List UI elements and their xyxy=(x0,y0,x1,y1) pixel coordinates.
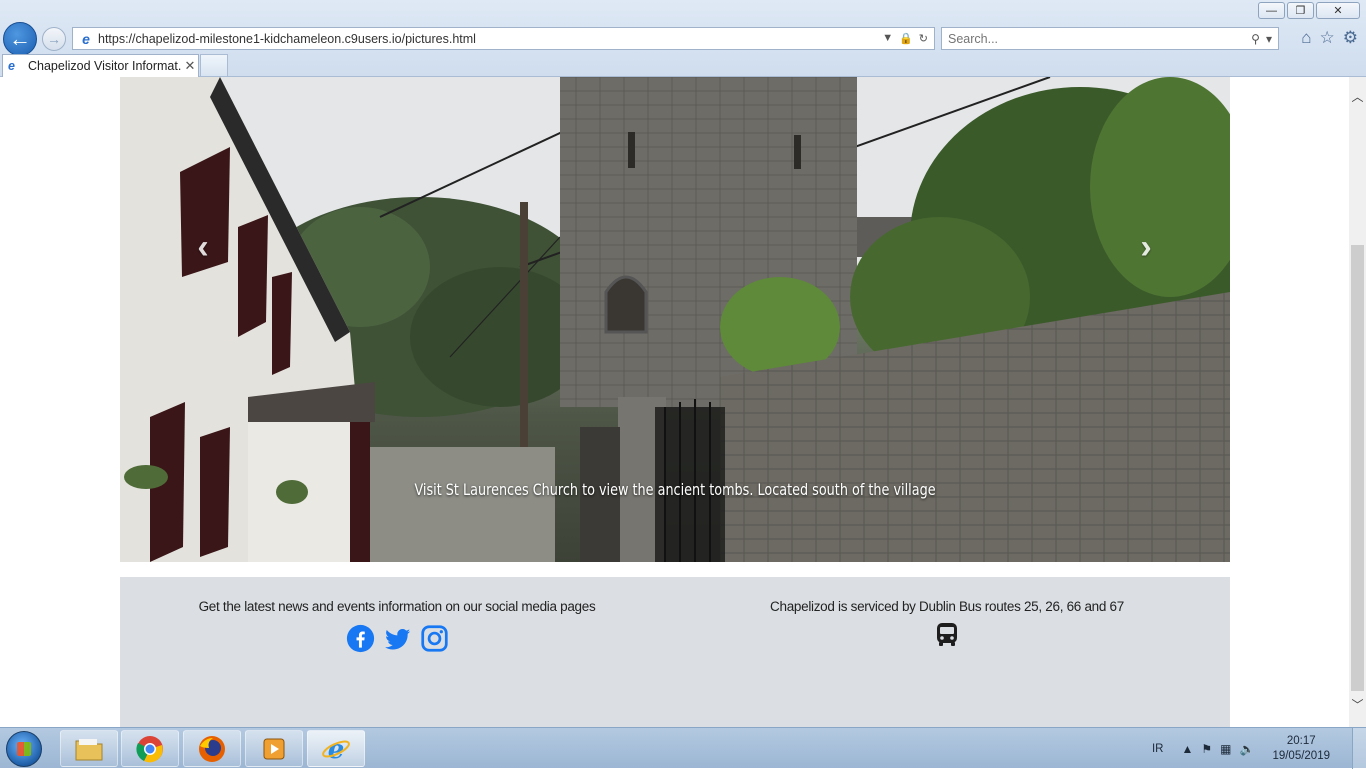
window-controls: — ❐ ✕ xyxy=(1258,2,1360,19)
firefox-icon xyxy=(199,735,225,762)
facebook-icon[interactable] xyxy=(346,624,375,653)
folder-icon xyxy=(75,738,103,760)
taskbar-chrome[interactable] xyxy=(121,730,179,767)
dropdown-icon[interactable]: ▼ xyxy=(882,32,893,45)
tab-close-icon[interactable]: ✕ xyxy=(182,58,198,74)
back-arrow-icon: ← xyxy=(9,26,31,51)
forward-arrow-icon: → xyxy=(47,31,61,47)
footer-bus-column: Chapelizod is serviced by Dublin Bus rou… xyxy=(686,599,1208,648)
chevron-left-icon: ‹ xyxy=(197,227,209,266)
show-hidden-icons-icon[interactable]: ▲ xyxy=(1181,742,1193,756)
input-language[interactable]: IR xyxy=(1152,743,1164,755)
windows-taskbar: e IR ▲ ⚑ ▦ 🔈 20:17 19/05/2019 xyxy=(0,727,1366,769)
clock[interactable]: 20:17 19/05/2019 xyxy=(1272,734,1330,764)
carousel-prev-button[interactable]: ‹ xyxy=(183,227,223,267)
forward-button[interactable]: → xyxy=(42,27,66,51)
browser-tab[interactable]: e Chapelizod Visitor Informat... ✕ xyxy=(2,54,199,77)
search-icon[interactable]: ⚲ xyxy=(1251,32,1260,46)
page-footer: Get the latest news and events informati… xyxy=(120,577,1230,727)
chevron-right-icon: › xyxy=(1140,227,1152,266)
lock-icon[interactable]: 🔒 xyxy=(899,32,913,45)
tray-icons: ▲ ⚑ ▦ 🔈 xyxy=(1181,742,1254,756)
clock-time: 20:17 xyxy=(1286,734,1316,747)
address-bar[interactable]: e https://chapelizod-milestone1-kidchame… xyxy=(72,27,935,50)
search-dropdown-icon[interactable]: ▾ xyxy=(1266,32,1272,46)
start-button[interactable] xyxy=(6,731,42,767)
volume-icon[interactable]: 🔈 xyxy=(1239,742,1254,756)
carousel-caption: Visit St Laurences Church to view the an… xyxy=(414,480,936,499)
chrome-icon xyxy=(136,735,163,762)
vertical-scrollbar[interactable]: ︿ ﹀ xyxy=(1349,77,1366,727)
command-icons: ⌂ ☆ ⚙ xyxy=(1301,28,1358,48)
browser-chrome: — ❐ ✕ ← → e https://chapelizod-milestone… xyxy=(0,0,1366,77)
network-icon[interactable]: ▦ xyxy=(1220,742,1231,756)
search-input[interactable] xyxy=(942,28,1252,49)
scroll-up-icon[interactable]: ︿ xyxy=(1349,89,1366,106)
ie-favicon-icon: e xyxy=(82,30,90,47)
new-tab-button[interactable] xyxy=(200,54,228,76)
svg-text:e: e xyxy=(328,735,345,764)
taskbar-internet-explorer[interactable]: e xyxy=(307,730,365,767)
clock-date: 19/05/2019 xyxy=(1272,749,1330,762)
minimize-button[interactable]: — xyxy=(1258,2,1285,19)
media-player-icon xyxy=(263,738,285,759)
settings-gear-icon[interactable]: ⚙ xyxy=(1343,28,1358,48)
bus-routes-text: Chapelizod is serviced by Dublin Bus rou… xyxy=(770,599,1124,614)
system-tray: IR ▲ ⚑ ▦ 🔈 20:17 19/05/2019 xyxy=(1152,728,1366,769)
address-url[interactable]: https://chapelizod-milestone1-kidchamele… xyxy=(98,32,882,46)
bus-icon-row xyxy=(686,622,1208,648)
show-desktop-button[interactable] xyxy=(1352,728,1366,769)
instagram-icon[interactable] xyxy=(420,624,449,653)
taskbar-explorer[interactable] xyxy=(60,730,118,767)
close-window-button[interactable]: ✕ xyxy=(1316,2,1360,19)
action-center-flag-icon[interactable]: ⚑ xyxy=(1201,742,1212,756)
taskbar-firefox[interactable] xyxy=(183,730,241,767)
refresh-icon[interactable]: ↻ xyxy=(919,32,928,45)
home-icon[interactable]: ⌂ xyxy=(1301,28,1311,48)
back-button[interactable]: ← xyxy=(3,22,37,56)
tab-favicon-icon: e xyxy=(8,59,15,73)
social-links xyxy=(150,624,644,653)
scroll-down-icon[interactable]: ﹀ xyxy=(1349,697,1366,714)
tab-title: Chapelizod Visitor Informat... xyxy=(28,59,182,73)
taskbar-media-player[interactable] xyxy=(245,730,303,767)
page-viewport: ‹ › Visit St Laurences Church to view th… xyxy=(0,77,1349,727)
scrollbar-thumb[interactable] xyxy=(1351,245,1364,691)
address-tools: ▼ 🔒 ↻ xyxy=(882,32,928,45)
bus-icon xyxy=(937,623,957,646)
internet-explorer-icon: e xyxy=(322,735,350,764)
footer-social-column: Get the latest news and events informati… xyxy=(150,599,644,653)
search-box[interactable]: ⚲ ▾ xyxy=(941,27,1279,50)
social-media-text: Get the latest news and events informati… xyxy=(198,599,596,614)
image-carousel: ‹ › Visit St Laurences Church to view th… xyxy=(120,77,1230,562)
twitter-icon[interactable] xyxy=(383,624,412,653)
search-tools: ⚲ ▾ xyxy=(1251,32,1272,46)
restore-button[interactable]: ❐ xyxy=(1287,2,1314,19)
favorites-star-icon[interactable]: ☆ xyxy=(1320,28,1335,48)
carousel-next-button[interactable]: › xyxy=(1126,227,1166,267)
